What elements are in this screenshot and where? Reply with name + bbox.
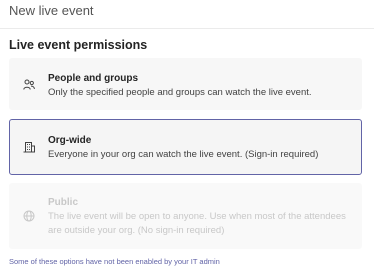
people-icon	[23, 79, 35, 90]
section-title: Live event permissions	[9, 38, 148, 52]
dialog-title: New live event	[9, 3, 94, 18]
option-public: Public The live event will be open to an…	[9, 183, 362, 249]
option-title: People and groups	[48, 73, 139, 84]
live-event-permissions-panel: New live event Live event permissions Pe…	[0, 0, 374, 273]
option-title: Org-wide	[48, 135, 92, 146]
option-description: Only the specified people and groups can…	[48, 87, 312, 98]
option-org-wide[interactable]: Org-wide Everyone in your org can watch …	[9, 119, 362, 175]
option-people-and-groups[interactable]: People and groups Only the specified peo…	[9, 58, 362, 110]
option-description: The live event will be open to anyone. U…	[48, 211, 346, 236]
option-title: Public	[48, 197, 79, 208]
building-icon	[23, 142, 35, 153]
dialog-header: New live event	[0, 0, 374, 29]
option-description: Everyone in your org can watch the live …	[48, 149, 319, 160]
admin-restriction-note: Some of these options have not been enab…	[9, 257, 220, 266]
globe-icon	[23, 210, 35, 222]
